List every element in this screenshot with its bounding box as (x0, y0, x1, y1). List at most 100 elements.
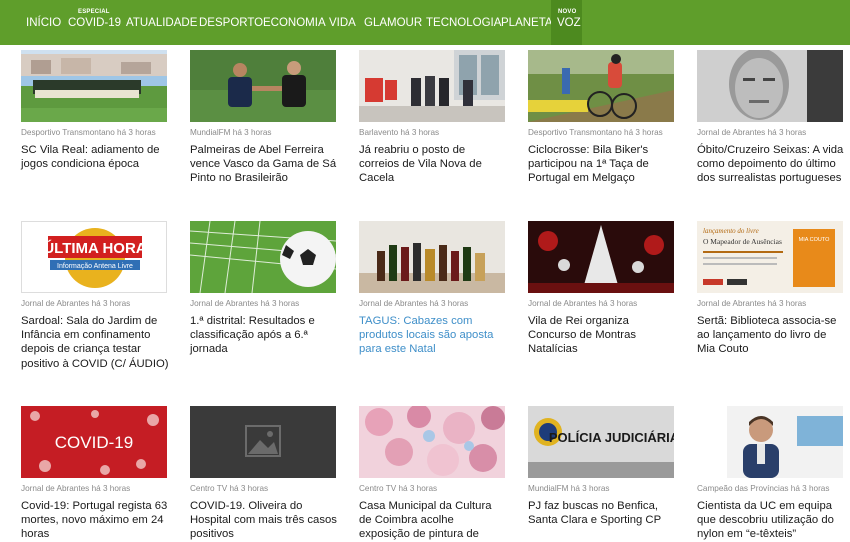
article-time: há 3 horas (767, 128, 807, 137)
article-meta: MundialFM há 3 horas (528, 484, 609, 493)
article-source[interactable]: MundialFM (528, 484, 569, 493)
article-title[interactable]: Sardoal: Sala do Jardim de Infância em c… (21, 314, 169, 371)
portrait-image (697, 50, 843, 122)
article-source[interactable]: MundialFM (190, 128, 231, 137)
article-time: há 3 horas (91, 484, 131, 493)
article-meta: Jornal de Abrantes há 3 horas (697, 128, 806, 137)
article-thumbnail[interactable]: lançamento do livre O Mapeador de Ausênc… (697, 221, 843, 293)
nav-label: DESPORTO (199, 17, 264, 29)
thumb-caption: Informação Antena Livre (57, 263, 133, 270)
painting-image (359, 406, 505, 478)
article-thumbnail[interactable] (21, 50, 167, 122)
scientist-portrait-image (697, 406, 843, 478)
article-thumbnail[interactable] (528, 50, 674, 122)
thumb-caption: O Mapeador de Ausências (703, 237, 782, 246)
article-time: há 3 horas (232, 128, 272, 137)
ultima-hora-banner: ÚLTIMA HORA Informação Antena Livre (22, 222, 166, 292)
article-source[interactable]: Jornal de Abrantes (21, 484, 89, 493)
article-title[interactable]: Casa Municipal da Cultura de Coimbra aco… (359, 499, 507, 542)
thumb-caption: POLÍCIA JUDICIÁRIA (549, 430, 674, 445)
article-title[interactable]: Sertã: Biblioteca associa-se ao lançamen… (697, 314, 845, 357)
article-source[interactable]: Centro TV (190, 484, 227, 493)
article-source[interactable]: Campeão das Províncias (697, 484, 788, 493)
soccer-ball-image (190, 221, 336, 293)
article-source[interactable]: Desportivo Transmontano (528, 128, 622, 137)
christmas-window-image (528, 221, 674, 293)
article-source[interactable]: Desportivo Transmontano (21, 128, 115, 137)
article-title[interactable]: COVID-19. Oliveira do Hospital com mais … (190, 499, 338, 542)
book-launch-image: lançamento do livre O Mapeador de Ausênc… (697, 221, 843, 293)
image-placeholder-icon (190, 406, 336, 478)
article-time: há 3 horas (260, 299, 300, 308)
article-meta: Desportivo Transmontano há 3 horas (21, 128, 156, 137)
nav-label: GLAMOUR (364, 17, 423, 29)
nav-super-label: NOVO (558, 9, 577, 15)
article-source[interactable]: Centro TV (359, 484, 396, 493)
article-time: há 3 horas (790, 484, 830, 493)
thumb-caption: lançamento do livre (703, 227, 759, 235)
article-time: há 3 horas (570, 484, 610, 493)
article-thumbnail[interactable] (697, 406, 843, 478)
nav-super-label: ESPECIAL (78, 9, 110, 15)
article-thumbnail[interactable]: POLÍCIA JUDICIÁRIA (528, 406, 674, 478)
article-thumbnail[interactable] (190, 406, 336, 478)
article-thumbnail[interactable]: COVID-19 (21, 406, 167, 478)
article-source[interactable]: Jornal de Abrantes (697, 128, 765, 137)
nav-label: ECONOMIA (263, 17, 326, 29)
article-title[interactable]: Já reabriu o posto de correios de Vila N… (359, 143, 507, 186)
thumb-caption: ÚLTIMA HORA (43, 239, 146, 257)
article-time: há 3 horas (624, 128, 663, 137)
nav-label: ATUALIDADE (126, 17, 198, 29)
article-source[interactable]: Jornal de Abrantes (21, 299, 89, 308)
article-meta: Jornal de Abrantes há 3 horas (528, 299, 637, 308)
article-time: há 3 horas (398, 484, 438, 493)
nav-label: INÍCIO (26, 17, 62, 29)
article-thumbnail[interactable] (190, 50, 336, 122)
article-meta: Barlavento há 3 horas (359, 128, 439, 137)
handshake-image (190, 50, 336, 122)
article-source[interactable]: Jornal de Abrantes (697, 299, 765, 308)
article-meta: MundialFM há 3 horas (190, 128, 271, 137)
article-title[interactable]: Palmeiras de Abel Ferreira vence Vasco d… (190, 143, 338, 186)
nav-label: VOZ (557, 17, 581, 29)
article-meta: Jornal de Abrantes há 3 horas (190, 299, 299, 308)
article-thumbnail[interactable] (697, 50, 843, 122)
thumb-caption: COVID-19 (55, 433, 133, 452)
article-meta: Jornal de Abrantes há 3 horas (21, 299, 130, 308)
article-source[interactable]: Jornal de Abrantes (190, 299, 258, 308)
article-time: há 3 horas (598, 299, 638, 308)
article-title[interactable]: Ciclocrosse: Bila Biker's participou na … (528, 143, 676, 186)
article-title[interactable]: PJ faz buscas no Benfica, Santa Clara e … (528, 499, 676, 527)
article-title[interactable]: SC Vila Real: adiamento de jogos condici… (21, 143, 169, 171)
thumb-caption: MIA COUTO (799, 237, 830, 243)
article-thumbnail[interactable] (359, 50, 505, 122)
article-time: há 3 horas (767, 299, 807, 308)
article-meta: Centro TV há 3 horas (359, 484, 437, 493)
article-time: há 3 horas (429, 299, 469, 308)
article-thumbnail[interactable] (359, 406, 505, 478)
article-time: há 3 horas (117, 128, 156, 137)
cyclocross-image (528, 50, 674, 122)
article-title[interactable]: 1.ª distrital: Resultados e classificaçã… (190, 314, 338, 357)
article-thumbnail[interactable] (528, 221, 674, 293)
policia-judiciaria-image: POLÍCIA JUDICIÁRIA (528, 406, 674, 478)
article-meta: Campeão das Províncias há 3 horas (697, 484, 829, 493)
article-title[interactable]: Óbito/Cruzeiro Seixas: A vida como depoi… (697, 143, 845, 186)
article-title[interactable]: TAGUS: Cabazes com produtos locais são a… (359, 314, 507, 357)
article-title[interactable]: Cientista da UC em equipa que descobriu … (697, 499, 845, 542)
article-meta: Jornal de Abrantes há 3 horas (21, 484, 130, 493)
nav-label: VIDA (329, 17, 356, 29)
nav-voz[interactable]: NOVO VOZ (551, 0, 582, 45)
article-thumbnail[interactable]: ÚLTIMA HORA Informação Antena Livre (21, 221, 167, 293)
article-time: há 3 horas (229, 484, 269, 493)
post-office-image (359, 50, 505, 122)
article-source[interactable]: Jornal de Abrantes (528, 299, 596, 308)
article-source[interactable]: Barlavento (359, 128, 398, 137)
article-thumbnail[interactable] (359, 221, 505, 293)
article-thumbnail[interactable] (190, 221, 336, 293)
article-title[interactable]: Covid-19: Portugal regista 63 mortes, no… (21, 499, 169, 542)
article-title[interactable]: Vila de Rei organiza Concurso de Montras… (528, 314, 676, 357)
local-products-image (359, 221, 505, 293)
nav-label: COVID-19 (68, 17, 122, 29)
article-source[interactable]: Jornal de Abrantes (359, 299, 427, 308)
